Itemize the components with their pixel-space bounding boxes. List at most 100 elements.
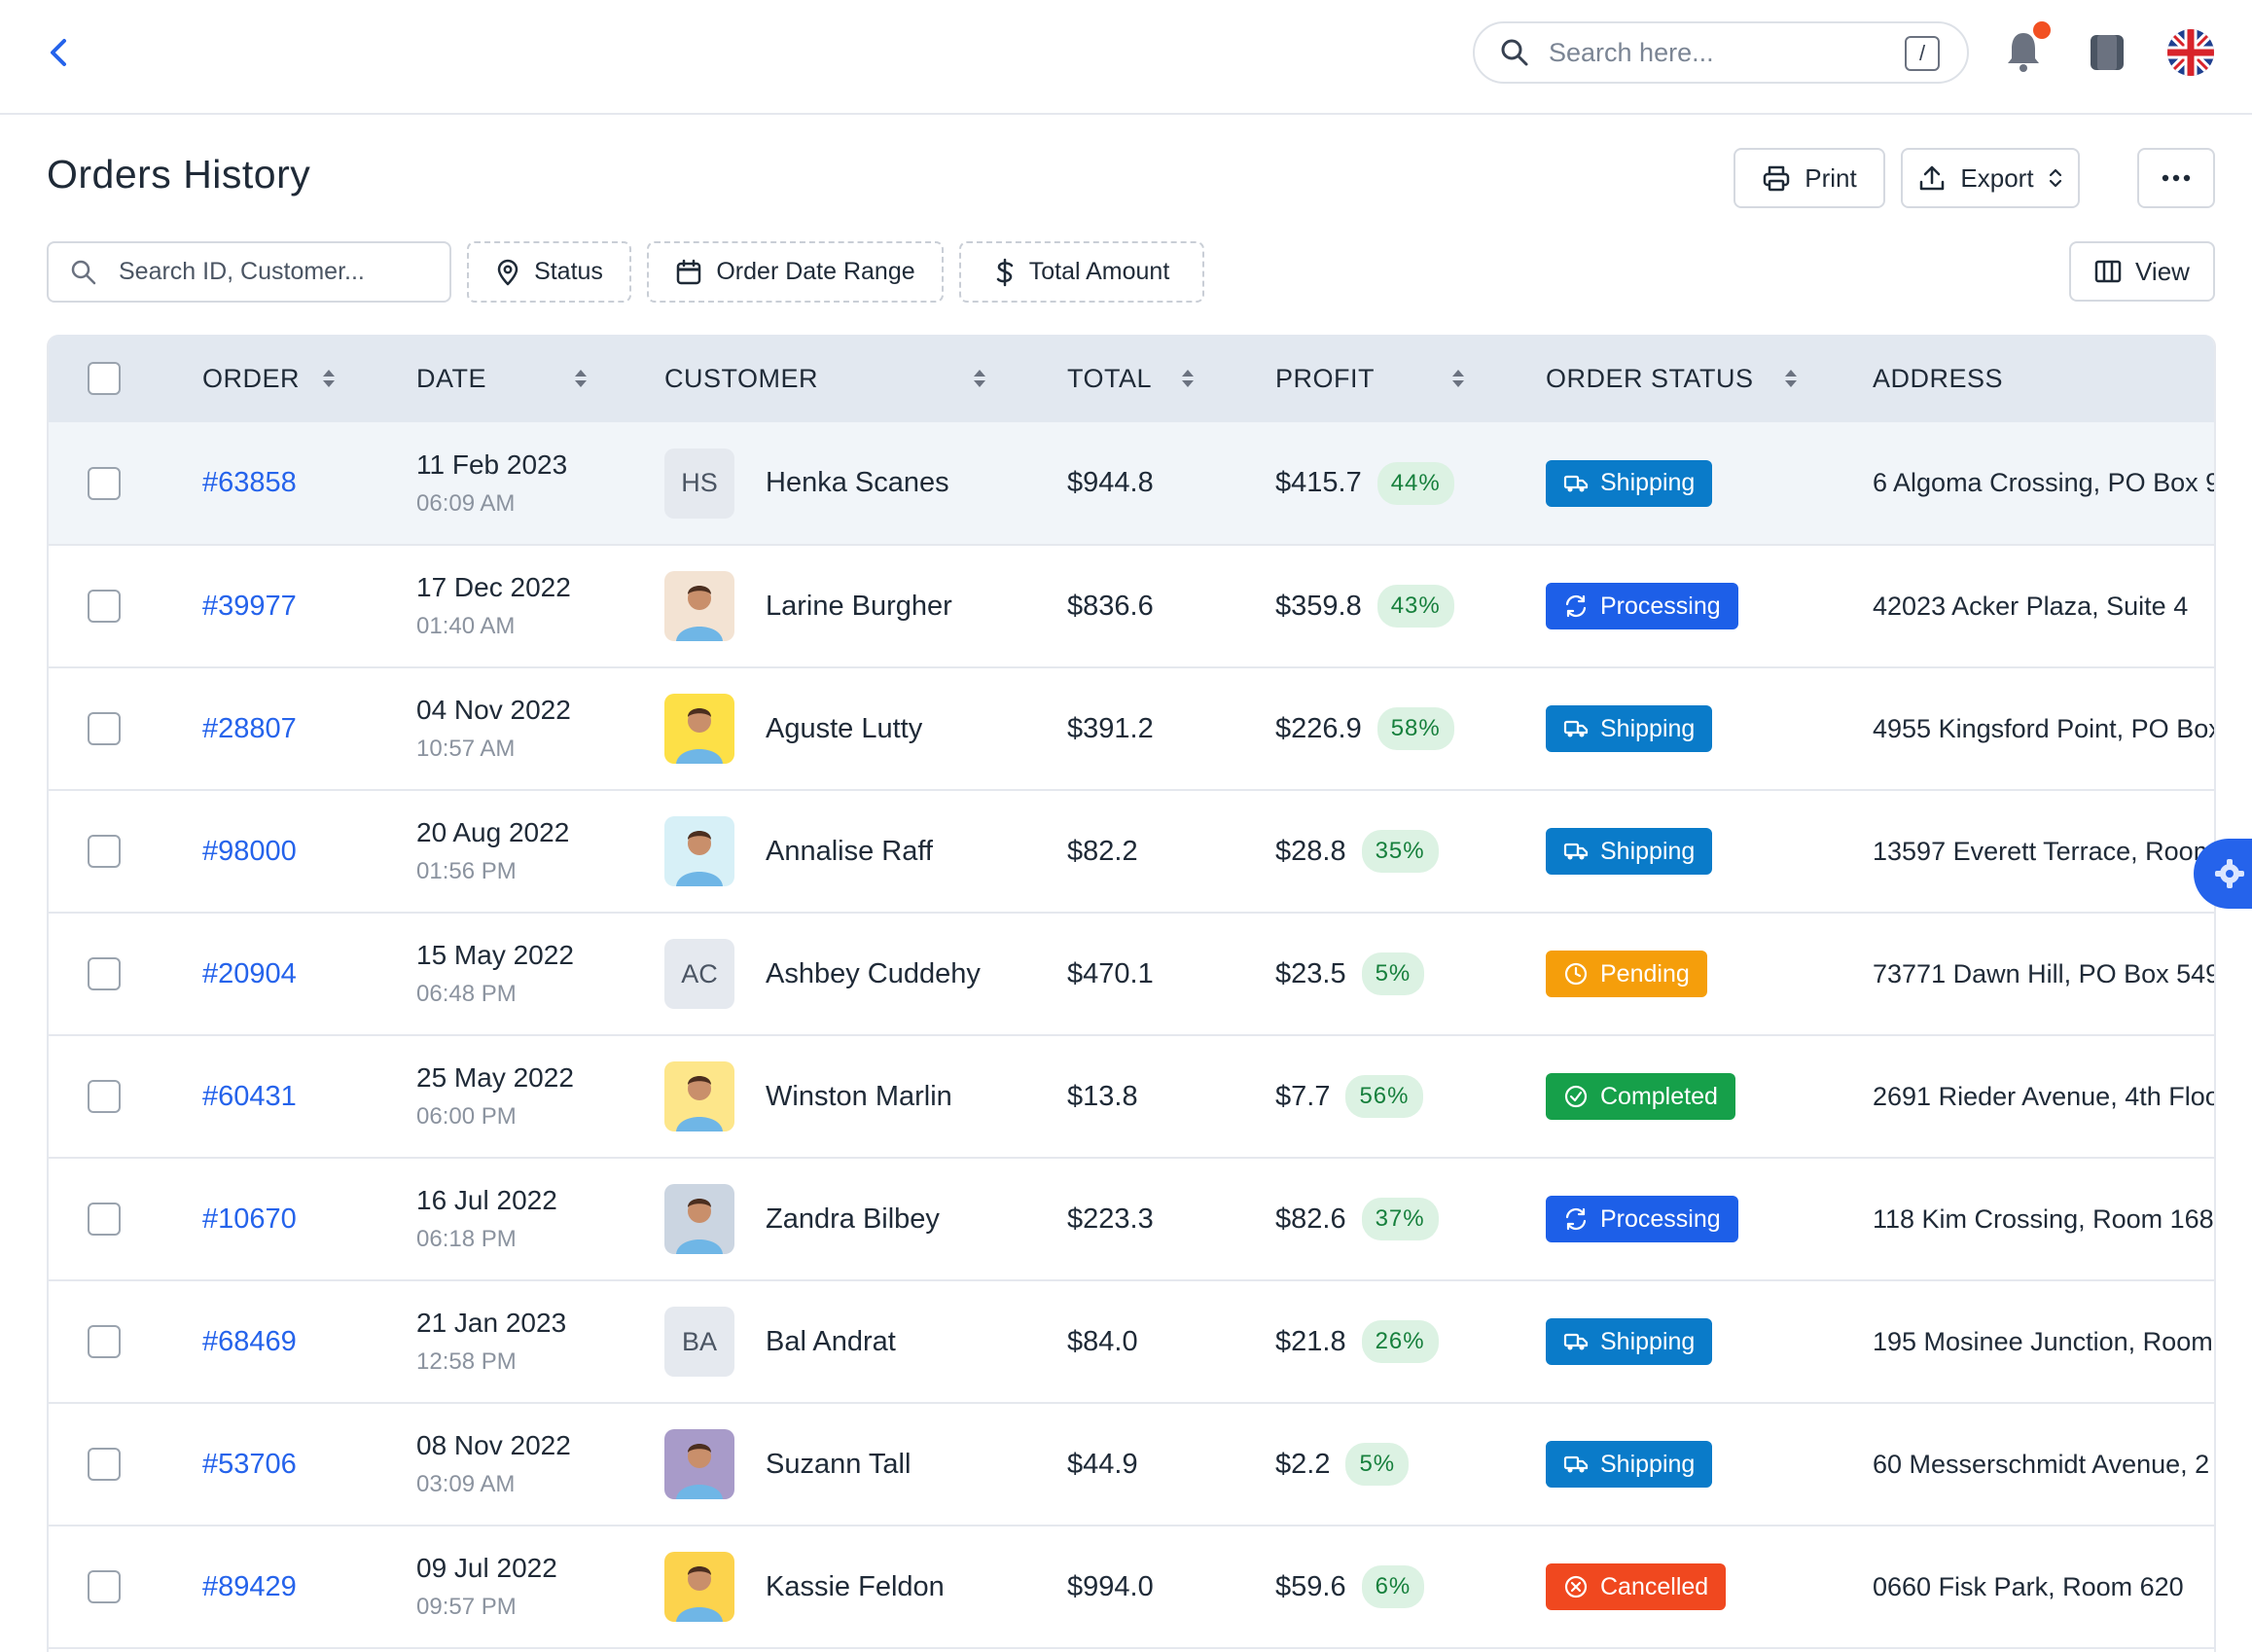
profit-percent-badge: 37%	[1361, 1198, 1439, 1240]
profit-percent-badge: 56%	[1345, 1075, 1423, 1118]
column-header-date: DATE	[416, 363, 487, 393]
profit-cell: $226.9 58%	[1275, 707, 1546, 750]
view-columns-button[interactable]: View	[2069, 241, 2215, 302]
table-row[interactable]: #89429 09 Jul 2022 09:57 PM Kassie Feldon $9…	[49, 1526, 2214, 1648]
table-row[interactable]: #63858 11 Feb 2023 06:09 AM HS Henka Scanes $…	[49, 422, 2214, 545]
more-options-button[interactable]	[2137, 148, 2215, 208]
sort-icon[interactable]	[1783, 367, 1799, 390]
order-date: 25 May 2022	[416, 1062, 574, 1093]
sort-icon[interactable]	[1450, 367, 1466, 390]
status-label: Processing	[1600, 592, 1721, 620]
table-row[interactable]: #28807 04 Nov 2022 10:57 AM Aguste Lutty $39…	[49, 667, 2214, 790]
upload-icon	[1920, 165, 1945, 191]
x-circle-icon	[1564, 1575, 1588, 1598]
truck-icon	[1563, 720, 1589, 737]
user-photo-icon	[664, 571, 734, 641]
sort-icon[interactable]	[1180, 367, 1196, 390]
profit-percent-badge: 58%	[1376, 707, 1454, 750]
dollar-icon	[996, 258, 1013, 286]
order-id-link[interactable]: #10670	[202, 1203, 297, 1235]
row-checkbox[interactable]	[88, 466, 121, 500]
profit-percent-badge: 5%	[1345, 1443, 1410, 1486]
sort-icon[interactable]	[573, 367, 589, 390]
row-checkbox[interactable]	[88, 1325, 121, 1358]
top-bar: /	[0, 0, 2252, 115]
search-icon	[71, 260, 96, 284]
status-label: Shipping	[1600, 469, 1696, 496]
status-badge: Pending	[1546, 951, 1707, 997]
order-id-link[interactable]: #20904	[202, 958, 297, 989]
customer-name: Zandra Bilbey	[766, 1203, 940, 1235]
address-text: 118 Kim Crossing, Room 1682	[1873, 1203, 2216, 1234]
profit-value: $2.2	[1275, 1448, 1331, 1480]
order-total: $82.2	[1067, 835, 1138, 867]
order-total: $470.1	[1067, 957, 1154, 989]
customer-cell: HS Henka Scanes	[664, 448, 1067, 519]
avatar	[664, 1184, 734, 1254]
select-all-checkbox[interactable]	[88, 362, 121, 395]
export-label: Export	[1960, 162, 2034, 193]
table-search-input[interactable]	[117, 257, 432, 287]
column-header-total: TOTAL	[1067, 363, 1153, 393]
order-id-link[interactable]: #53706	[202, 1449, 297, 1480]
order-id-link[interactable]: #89429	[202, 1571, 297, 1602]
back-button[interactable]	[41, 29, 80, 76]
order-id-link[interactable]: #68469	[202, 1326, 297, 1357]
order-id-link[interactable]: #98000	[202, 836, 297, 867]
sort-icon[interactable]	[972, 367, 987, 390]
table-row[interactable]: #39977 17 Dec 2022 01:40 AM Larine Burgher $…	[49, 545, 2214, 667]
order-id-link[interactable]: #63858	[202, 467, 297, 498]
row-checkbox[interactable]	[88, 1203, 121, 1236]
map-pin-icon	[497, 259, 518, 285]
order-date-filter-label: Order Date Range	[716, 258, 915, 285]
order-time: 06:09 AM	[416, 489, 516, 517]
clock-icon	[1564, 962, 1588, 986]
apps-icon	[2091, 35, 2124, 70]
table-search-box[interactable]	[47, 241, 451, 303]
table-row[interactable]: #60431 25 May 2022 06:00 PM Winston Marlin $…	[49, 1035, 2214, 1158]
language-flag[interactable]	[2167, 29, 2214, 76]
order-id-link[interactable]: #39977	[202, 591, 297, 622]
order-id-link[interactable]: #28807	[202, 713, 297, 744]
table-row[interactable]: #53706 08 Nov 2022 03:09 AM Suzann Tall $44.…	[49, 1403, 2214, 1526]
table-row[interactable]: #20904 15 May 2022 06:48 PM AC Ashbey Cuddeh…	[49, 913, 2214, 1035]
status-badge: Processing	[1546, 1196, 1738, 1242]
status-badge: Shipping	[1546, 705, 1713, 752]
row-checkbox[interactable]	[88, 1448, 121, 1481]
table-row[interactable]: #68469 21 Jan 2023 12:58 PM BA Bal Andrat $84…	[49, 1280, 2214, 1403]
global-search-box[interactable]: /	[1473, 21, 1969, 84]
row-checkbox[interactable]	[88, 590, 121, 623]
row-checkbox[interactable]	[88, 835, 121, 868]
row-checkbox[interactable]	[88, 1570, 121, 1603]
profit-value: $226.9	[1275, 712, 1362, 744]
user-photo-icon	[664, 694, 734, 764]
order-time: 10:57 AM	[416, 736, 516, 762]
order-date-filter[interactable]: Order Date Range	[647, 241, 944, 303]
truck-icon	[1563, 843, 1589, 860]
order-date: 11 Feb 2023	[416, 449, 568, 480]
customer-name: Aguste Lutty	[766, 712, 923, 744]
status-label: Shipping	[1600, 1450, 1696, 1478]
customer-cell: Winston Marlin	[664, 1061, 1067, 1131]
table-row[interactable]: #98000 20 Aug 2022 01:56 PM Annalise Raff $8…	[49, 790, 2214, 913]
status-filter[interactable]: Status	[467, 241, 631, 303]
row-checkbox[interactable]	[88, 712, 121, 745]
customer-cell: AC Ashbey Cuddehy	[664, 939, 1067, 1009]
total-amount-filter[interactable]: Total Amount	[959, 241, 1204, 303]
customer-name: Suzann Tall	[766, 1448, 912, 1480]
apps-button[interactable]	[2088, 31, 2127, 74]
address-text: 60 Messerschmidt Avenue, 2	[1873, 1449, 2210, 1479]
order-total: $944.8	[1067, 467, 1154, 498]
global-search-input[interactable]	[1547, 36, 1881, 69]
profit-cell: $23.5 5%	[1275, 952, 1546, 995]
order-id-link[interactable]: #60431	[202, 1081, 297, 1112]
customer-name: Bal Andrat	[766, 1325, 896, 1357]
print-button[interactable]: Print	[1734, 148, 1885, 208]
row-checkbox[interactable]	[88, 1080, 121, 1113]
export-button[interactable]: Export	[1901, 148, 2080, 208]
sort-icon[interactable]	[321, 367, 337, 390]
address-text: 0660 Fisk Park, Room 620	[1873, 1571, 2184, 1601]
row-checkbox[interactable]	[88, 957, 121, 990]
status-badge: Shipping	[1546, 1441, 1713, 1488]
table-row[interactable]: #10670 16 Jul 2022 06:18 PM Zandra Bilbey $2…	[49, 1158, 2216, 1280]
